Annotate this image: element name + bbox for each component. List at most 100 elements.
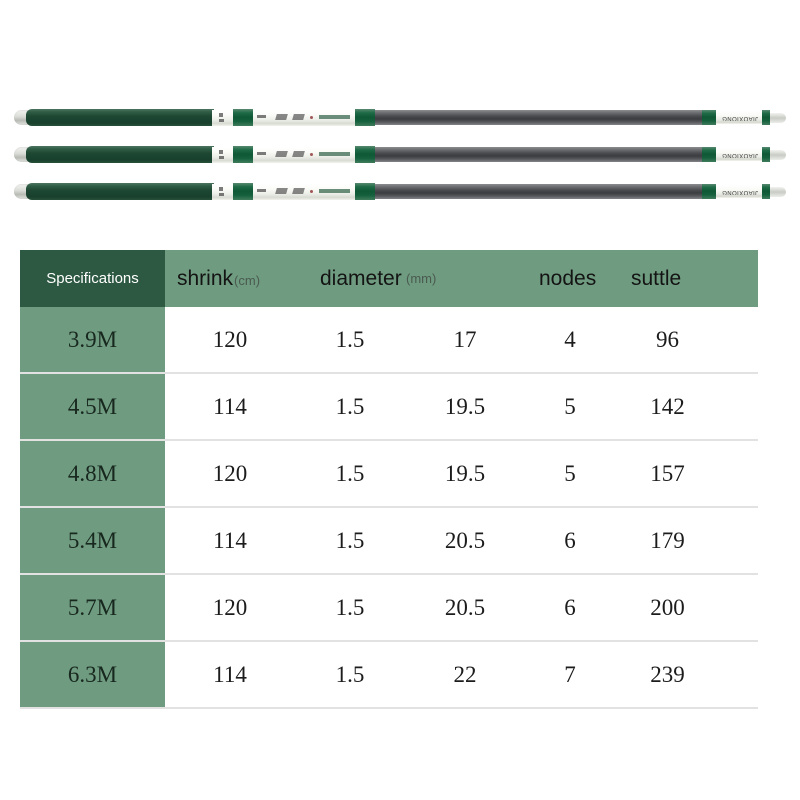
rod-character-decal (219, 193, 224, 196)
rod-dot-decal (310, 153, 313, 156)
cell-specification-value: 5.4M (67, 527, 118, 553)
rod-ferrule-collar (233, 183, 253, 200)
table-row: 4.5M 114 1.5 19.5 5 142 (20, 374, 758, 441)
cell-diameter-butt-value: 20.5 (444, 594, 486, 620)
rod-ferrule-collar (702, 147, 716, 162)
cell-diameter-tip: 1.5 (295, 508, 405, 573)
cell-diameter-butt-value: 22 (453, 661, 477, 687)
cell-nodes-value: 5 (564, 460, 576, 486)
rod-logo-decal (275, 188, 288, 194)
cell-diameter-tip-value: 1.5 (335, 661, 365, 687)
header-cell-specifications: Specifications (20, 250, 165, 307)
cell-specification: 5.7M (20, 575, 165, 640)
rod-logo-decal (292, 151, 305, 157)
cell-diameter-butt: 19.5 (405, 374, 525, 439)
cell-specification: 3.9M (20, 307, 165, 372)
cell-diameter-tip: 1.5 (295, 642, 405, 707)
rod-logo-decal (275, 151, 288, 157)
cell-suttle: 200 (615, 575, 720, 640)
header-cell-shrink: shrink (cm) (165, 250, 307, 307)
cell-diameter-tip: 1.5 (295, 441, 405, 506)
cell-nodes: 5 (525, 374, 615, 439)
cell-group: 114 1.5 22 7 239 (165, 642, 758, 707)
header-label-nodes: nodes (539, 266, 597, 290)
cell-diameter-butt: 19.5 (405, 441, 525, 506)
rod-character-decal (219, 187, 223, 191)
header-cell-suttle: suttle (615, 250, 736, 307)
table-row: 3.9M 120 1.5 17 4 96 (20, 307, 758, 374)
rod-handle-section (26, 146, 214, 163)
rod-carbon-section (370, 110, 702, 125)
cell-diameter-butt: 20.5 (405, 575, 525, 640)
rod-logo-decal (292, 114, 305, 120)
cell-diameter-tip-value: 1.5 (335, 326, 365, 352)
cell-shrink-value: 120 (212, 460, 248, 486)
cell-nodes: 6 (525, 508, 615, 573)
rod-wordmark-decal (319, 189, 350, 193)
header-label-shrink: shrink (177, 266, 234, 290)
cell-shrink-value: 114 (213, 393, 247, 419)
cell-shrink: 114 (165, 642, 295, 707)
cell-suttle-value: 179 (650, 527, 685, 553)
header-cell-nodes: nodes (525, 250, 629, 307)
cell-suttle: 239 (615, 642, 720, 707)
cell-nodes: 7 (525, 642, 615, 707)
cell-specification-value: 5.7M (67, 594, 118, 620)
cell-diameter-tip-value: 1.5 (335, 594, 365, 620)
cell-suttle-value: 239 (650, 661, 685, 687)
cell-diameter-tip: 1.5 (295, 307, 405, 372)
cell-diameter-tip-value: 1.5 (335, 460, 365, 486)
cell-nodes-value: 4 (564, 326, 576, 352)
cell-suttle-value: 96 (656, 326, 679, 352)
cell-nodes: 5 (525, 441, 615, 506)
cell-group: 120 1.5 19.5 5 157 (165, 441, 758, 506)
rod-ferrule-collar (702, 184, 716, 199)
header-unit-shrink: (cm) (234, 272, 261, 288)
fishing-rod-2: JIAOXIONG (14, 144, 786, 165)
cell-specification: 4.5M (20, 374, 165, 439)
header-cell-group: shrink (cm) diameter (mm) nodes suttle (165, 250, 758, 307)
rod-dot-decal (310, 190, 313, 193)
cell-suttle: 157 (615, 441, 720, 506)
cell-shrink: 120 (165, 441, 295, 506)
cell-diameter-butt-value: 19.5 (444, 393, 486, 419)
cell-nodes-value: 7 (564, 661, 576, 687)
cell-suttle: 142 (615, 374, 720, 439)
cell-suttle-value: 142 (650, 393, 685, 419)
cell-diameter-butt: 22 (405, 642, 525, 707)
rod-logo-decal (292, 188, 305, 194)
cell-diameter-butt-value: 19.5 (444, 460, 486, 486)
cell-specification-value: 6.3M (67, 661, 118, 687)
rod-dot-decal (310, 116, 313, 119)
cell-suttle-value: 157 (650, 460, 685, 486)
table-row: 5.4M 114 1.5 20.5 6 179 (20, 508, 758, 575)
rod-ferrule-collar (355, 109, 375, 126)
specifications-table: Specifications shrink (cm) diameter (mm) … (20, 250, 758, 709)
cell-nodes: 6 (525, 575, 615, 640)
cell-shrink: 114 (165, 508, 295, 573)
rod-ferrule-collar (233, 109, 253, 126)
cell-group: 114 1.5 20.5 6 179 (165, 508, 758, 573)
header-label-suttle: suttle (631, 266, 682, 290)
cell-group: 120 1.5 20.5 6 200 (165, 575, 758, 640)
cell-diameter-tip-value: 1.5 (335, 527, 365, 553)
rod-small-decal (257, 189, 266, 192)
rod-small-decal (257, 115, 266, 118)
cell-nodes-value: 5 (564, 393, 576, 419)
header-label-specifications: Specifications (46, 270, 139, 287)
rod-small-decal (257, 152, 266, 155)
header-cell-diameter-unit: (mm) (405, 250, 525, 307)
table-body: 3.9M 120 1.5 17 4 96 4.5M 114 1.5 19.5 5 142 4.8M 120… (20, 307, 758, 709)
cell-diameter-tip: 1.5 (295, 374, 405, 439)
rod-wordmark-decal (319, 115, 350, 119)
cell-diameter-butt: 20.5 (405, 508, 525, 573)
rod-ferrule-collar (355, 146, 375, 163)
rod-brand-label: JIAOXIONG (721, 189, 759, 195)
rod-carbon-section (370, 147, 702, 162)
cell-diameter-butt-value: 20.5 (444, 527, 486, 553)
cell-shrink: 120 (165, 575, 295, 640)
table-header-row: Specifications shrink (cm) diameter (mm) … (20, 250, 758, 307)
table-row: 5.7M 120 1.5 20.5 6 200 (20, 575, 758, 642)
rod-brand-label: JIAOXIONG (721, 115, 759, 121)
cell-shrink-value: 114 (213, 527, 247, 553)
